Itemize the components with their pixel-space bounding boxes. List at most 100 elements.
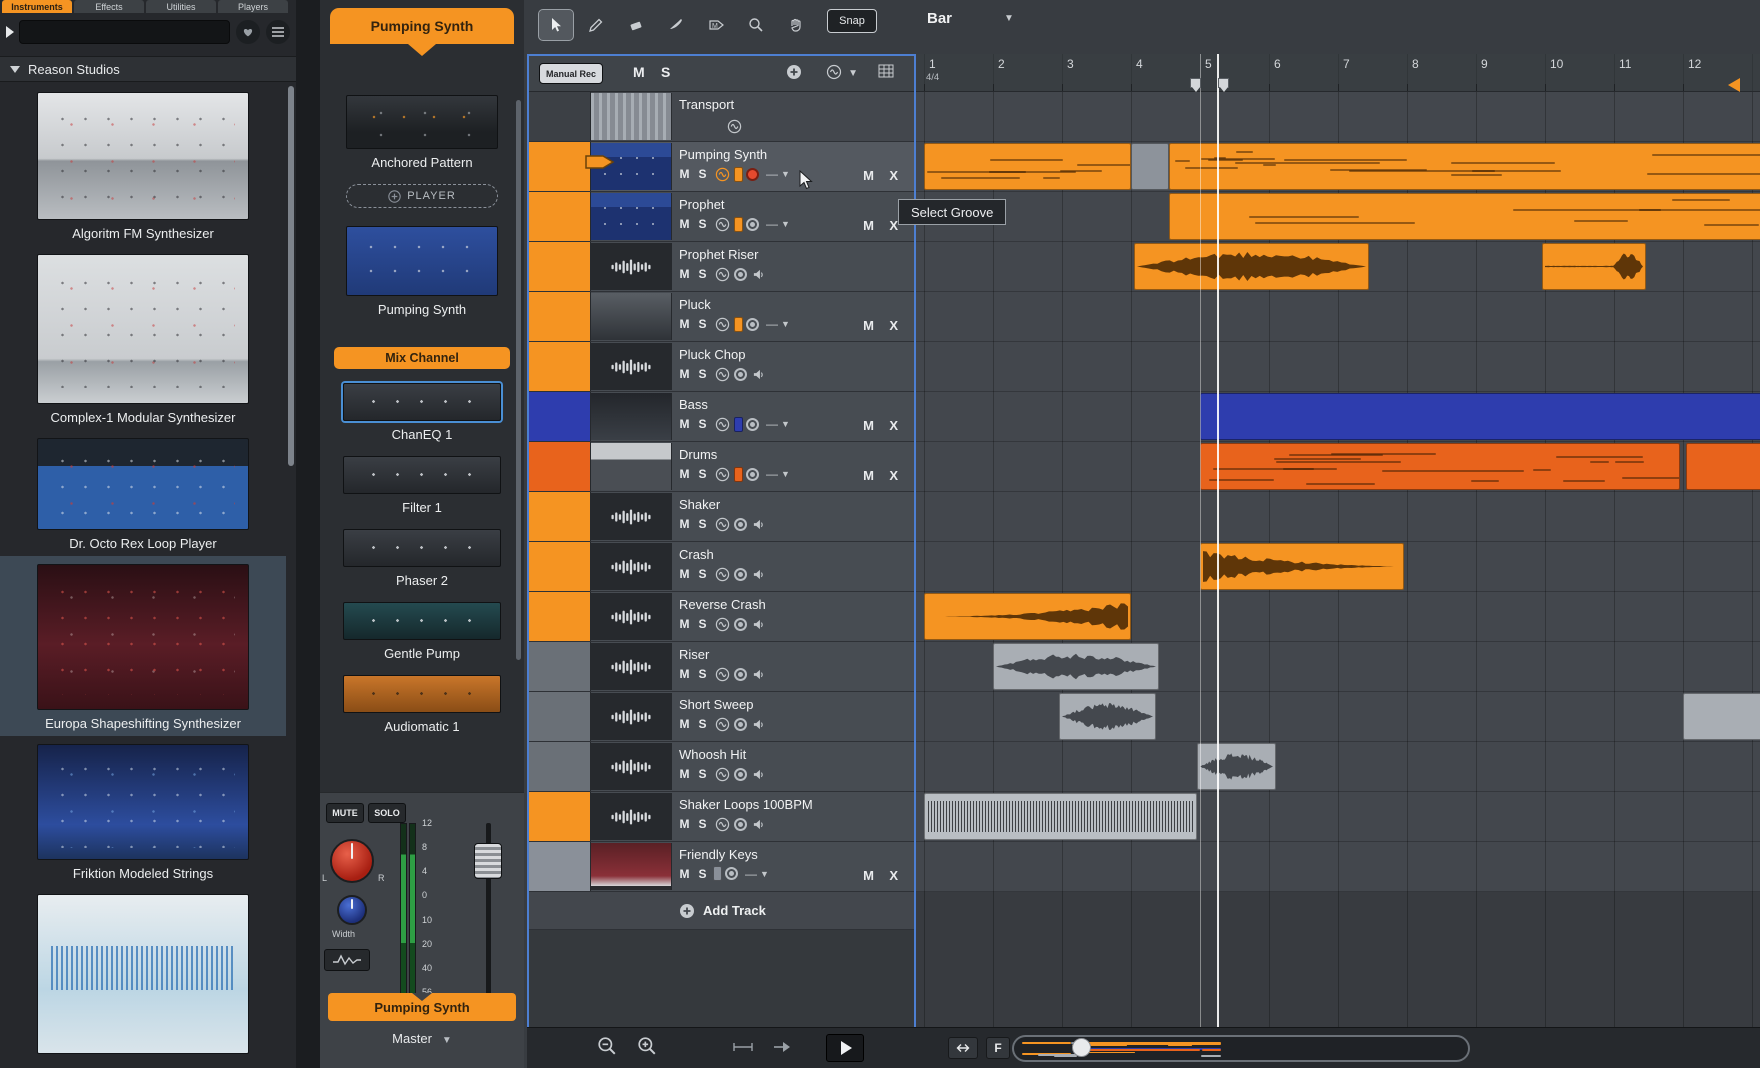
clip[interactable] — [924, 143, 1131, 190]
track-row-riser[interactable]: RiserMS — [529, 642, 914, 692]
lane-row-pluck[interactable] — [916, 292, 1760, 342]
strip-solo-button[interactable]: SOLO — [368, 803, 406, 823]
strip-track-name[interactable]: Pumping Synth — [328, 993, 516, 1021]
browser-tab-utilities[interactable]: Utilities — [146, 0, 216, 13]
record-arm-button[interactable] — [734, 268, 747, 281]
automation-menu-button[interactable] — [826, 64, 842, 85]
track-row-crash[interactable]: CrashMS — [529, 542, 914, 592]
volume-fader-handle[interactable] — [474, 843, 502, 879]
track-solo-button[interactable]: S — [695, 617, 710, 631]
right-locator-flag[interactable] — [1218, 78, 1229, 88]
track-mute-button[interactable]: M — [677, 167, 692, 181]
clip[interactable] — [924, 593, 1131, 640]
track-row-pluck-chop[interactable]: Pluck ChopMS — [529, 342, 914, 392]
insert-device-gentle-pump[interactable] — [343, 602, 501, 640]
pencil-tool-button[interactable] — [579, 10, 613, 40]
track-solo-button[interactable]: S — [695, 367, 710, 381]
lane-row-prophet-riser[interactable] — [916, 242, 1760, 292]
track-mute-button[interactable]: M — [677, 417, 692, 431]
track-automation-icon[interactable] — [713, 166, 731, 182]
groove-select-dash[interactable]: — — [766, 217, 778, 231]
browser-item-dr-octo-rex-loop-player[interactable]: Dr. Octo Rex Loop Player — [0, 430, 286, 556]
strip-mute-button[interactable]: MUTE — [326, 803, 364, 823]
track-automation-icon[interactable] — [713, 216, 731, 232]
song-end-marker[interactable] — [1728, 78, 1740, 92]
track-solo-button[interactable]: S — [695, 767, 710, 781]
record-arm-button[interactable] — [734, 768, 747, 781]
track-mute-button[interactable]: M — [677, 667, 692, 681]
browser-tab-players[interactable]: Players — [218, 0, 288, 13]
browser-section-header[interactable]: Reason Studios — [0, 56, 296, 82]
snap-button[interactable]: Snap — [827, 9, 877, 33]
zoom-out-button[interactable] — [597, 1036, 617, 1056]
track-solo-button[interactable]: S — [695, 267, 710, 281]
groove-dropdown-arrow[interactable]: ▼ — [781, 419, 790, 429]
track-solo-button[interactable]: S — [695, 517, 710, 531]
groove-dropdown-arrow[interactable]: ▼ — [760, 869, 769, 879]
manual-rec-button[interactable]: Manual Rec — [539, 63, 603, 84]
monitor-button[interactable] — [750, 266, 768, 282]
monitor-button[interactable] — [750, 666, 768, 682]
add-player-button[interactable]: PLAYER — [346, 184, 498, 208]
track-color-strip[interactable] — [529, 842, 591, 891]
clip[interactable] — [1200, 543, 1404, 590]
add-track-row[interactable]: Add Track — [529, 892, 914, 930]
track-color-strip[interactable] — [529, 742, 591, 791]
monitor-button[interactable] — [750, 566, 768, 582]
lane-row-drums[interactable] — [916, 442, 1760, 492]
automation-icon[interactable] — [725, 118, 743, 134]
lane-row-whoosh-hit[interactable] — [916, 742, 1760, 792]
track-automation-icon[interactable] — [713, 666, 731, 682]
clip[interactable] — [1169, 193, 1760, 240]
clip[interactable] — [1134, 243, 1369, 290]
zoom-in-button[interactable] — [637, 1036, 657, 1056]
track-delete-button[interactable]: X — [889, 868, 898, 883]
track-mute-button[interactable]: M — [677, 267, 692, 281]
rack-track-header[interactable]: Pumping Synth — [330, 8, 514, 44]
rack-device-thumbnail[interactable] — [346, 226, 498, 296]
groove-select-dash[interactable]: — — [766, 317, 778, 331]
groove-select-dash[interactable]: — — [766, 417, 778, 431]
playhead-line[interactable] — [1217, 54, 1219, 1027]
clip-color-chip[interactable] — [734, 217, 743, 232]
master-solo-button[interactable]: S — [661, 64, 670, 80]
track-row-pluck[interactable]: PluckMXMS—▼ — [529, 292, 914, 342]
track-mute-button[interactable]: M — [677, 867, 692, 881]
song-navigator[interactable] — [1012, 1035, 1470, 1062]
clip[interactable] — [993, 643, 1159, 690]
clip[interactable] — [1200, 443, 1680, 490]
master-mute-button[interactable]: M — [633, 64, 645, 80]
selection-tool-button[interactable] — [539, 10, 573, 40]
track-color-strip[interactable] — [529, 642, 591, 691]
track-automation-icon[interactable] — [713, 266, 731, 282]
lane-row-shaker-loops-100bpm[interactable] — [916, 792, 1760, 842]
clip-color-chip[interactable] — [734, 467, 743, 482]
lane-row-riser[interactable] — [916, 642, 1760, 692]
track-solo-button[interactable]: S — [695, 317, 710, 331]
groove-dropdown-arrow[interactable]: ▼ — [781, 469, 790, 479]
add-track-button[interactable] — [786, 64, 802, 85]
browser-item-item[interactable] — [0, 886, 286, 1068]
marker-tool-icon[interactable] — [732, 1042, 754, 1052]
track-row-prophet-riser[interactable]: Prophet RiserMS — [529, 242, 914, 292]
browser-tab-instruments[interactable]: Instruments — [2, 0, 72, 13]
track-automation-icon[interactable] — [713, 366, 731, 382]
track-row-shaker[interactable]: ShakerMS — [529, 492, 914, 542]
record-arm-button[interactable] — [746, 468, 759, 481]
pan-knob[interactable] — [330, 839, 374, 883]
monitor-button[interactable] — [750, 366, 768, 382]
favorites-button[interactable] — [236, 20, 260, 44]
magnify-tool-button[interactable] — [739, 10, 773, 40]
groove-dropdown-arrow[interactable]: ▼ — [781, 319, 790, 329]
track-solo-button[interactable]: S — [695, 717, 710, 731]
rack-device-thumbnail[interactable] — [346, 95, 498, 149]
clip[interactable] — [1686, 443, 1760, 490]
track-solo-button[interactable]: S — [695, 667, 710, 681]
track-color-strip[interactable] — [529, 142, 591, 191]
monitor-button[interactable] — [750, 816, 768, 832]
output-routing[interactable]: Master▼ — [320, 1031, 524, 1046]
track-automation-icon[interactable] — [713, 616, 731, 632]
lane-row-pumping-synth[interactable] — [916, 142, 1760, 192]
browser-item-europa-shapeshifting-synthesizer[interactable]: Europa Shapeshifting Synthesizer — [0, 556, 286, 736]
clip[interactable] — [1197, 743, 1276, 790]
